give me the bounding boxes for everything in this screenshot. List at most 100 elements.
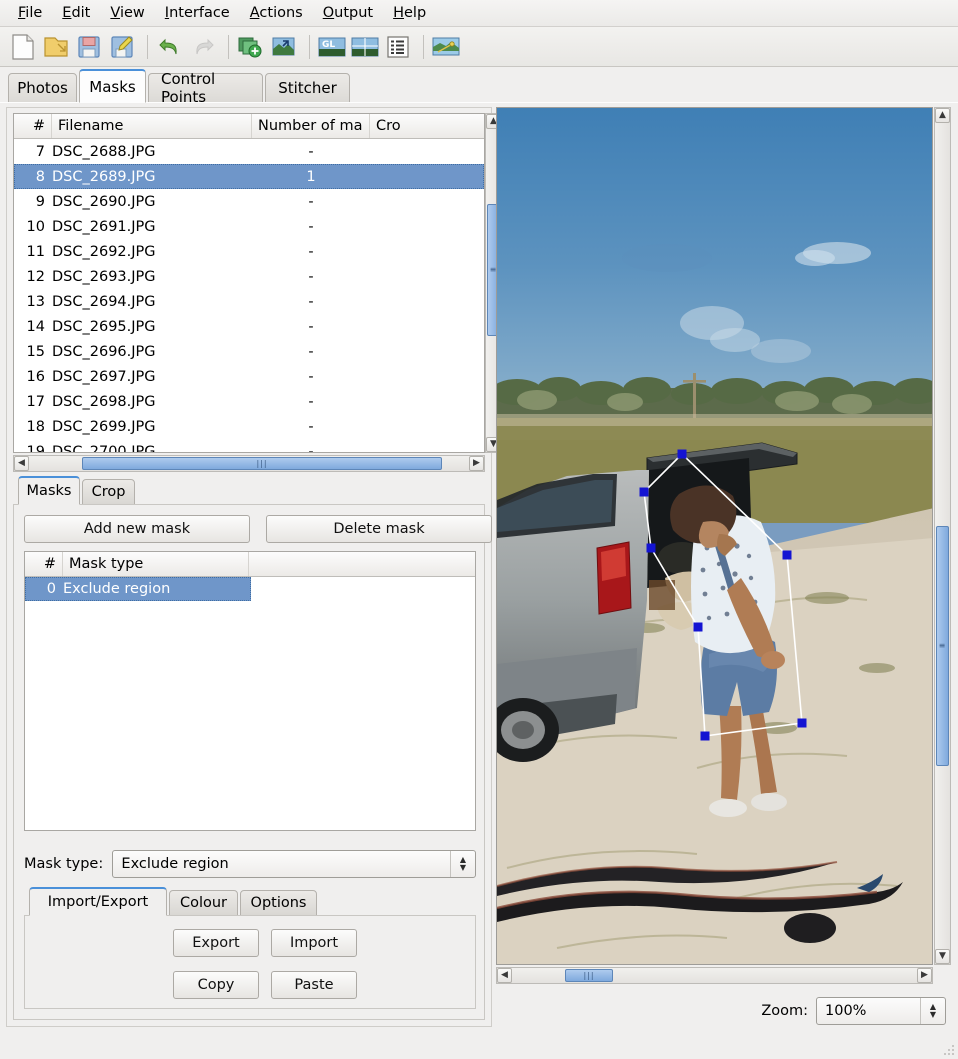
table-row[interactable]: 10 DSC_2691.JPG - xyxy=(14,214,484,239)
mask-control-point[interactable] xyxy=(677,449,687,459)
scroll-right-icon[interactable]: ▶ xyxy=(917,968,932,983)
column-header-filename[interactable]: Filename xyxy=(52,114,252,138)
menu-edit[interactable]: Edit xyxy=(52,2,100,24)
toolbar: GL xyxy=(0,27,958,67)
menu-output[interactable]: Output xyxy=(313,2,383,24)
mask-control-point[interactable] xyxy=(700,731,710,741)
paste-button[interactable]: Paste xyxy=(271,971,357,999)
table-row[interactable]: 19 DSC_2700.JPG - xyxy=(14,439,484,453)
menu-interface[interactable]: Interface xyxy=(155,2,240,24)
table-row[interactable]: 11 DSC_2692.JPG - xyxy=(14,239,484,264)
mask-list[interactable]: # Mask type 0 Exclude region xyxy=(24,551,476,831)
mask-row-number: 0 xyxy=(46,581,56,597)
gl-preview-icon[interactable]: GL xyxy=(317,32,347,62)
new-project-icon[interactable] xyxy=(8,32,38,62)
zoom-select[interactable]: 100% ▲ ▼ xyxy=(816,997,946,1025)
show-control-points-icon[interactable] xyxy=(383,32,413,62)
add-images-icon[interactable] xyxy=(236,32,266,62)
copy-button[interactable]: Copy xyxy=(173,971,259,999)
table-row[interactable]: 8 DSC_2689.JPG 1 xyxy=(14,164,484,189)
row-number: 19 xyxy=(26,443,45,453)
subtab-options[interactable]: Options xyxy=(240,890,317,916)
image-file-list[interactable]: # Filename Number of ma Cro 7 DSC_2688.JP… xyxy=(13,113,485,453)
save-project-icon[interactable] xyxy=(74,32,104,62)
tab-masks[interactable]: Masks xyxy=(79,69,146,103)
menu-actions[interactable]: Actions xyxy=(240,2,313,24)
table-row[interactable]: 14 DSC_2695.JPG - xyxy=(14,314,484,339)
subtab-colour[interactable]: Colour xyxy=(169,890,238,916)
save-as-project-icon[interactable] xyxy=(107,32,137,62)
subtab-import-export[interactable]: Import/Export xyxy=(29,887,167,916)
preview-panorama-icon[interactable] xyxy=(350,32,380,62)
image-horizontal-scrollbar[interactable]: ◀ ||| ▶ xyxy=(496,967,933,984)
toolbar-separator xyxy=(309,34,310,59)
table-row[interactable]: 7 DSC_2688.JPG - xyxy=(14,139,484,164)
table-row[interactable]: 18 DSC_2699.JPG - xyxy=(14,414,484,439)
menu-view[interactable]: View xyxy=(100,2,154,24)
mask-control-point[interactable] xyxy=(782,550,792,560)
mask-control-point[interactable] xyxy=(639,487,649,497)
column-header-number-of-masks[interactable]: Number of ma xyxy=(252,114,370,138)
mask-polygon-overlay[interactable] xyxy=(497,108,933,965)
mask-polygon-outline[interactable] xyxy=(643,452,803,737)
image-hscroll-thumb[interactable]: ||| xyxy=(565,969,613,982)
mask-column-header-type[interactable]: Mask type xyxy=(63,552,249,576)
tab-photos[interactable]: Photos xyxy=(8,73,77,103)
image-vertical-scrollbar[interactable]: ▲ ≡ ▼ xyxy=(934,107,951,965)
mask-control-point[interactable] xyxy=(693,622,703,632)
subtab-colour-label: Colour xyxy=(179,895,228,911)
tab-stitcher[interactable]: Stitcher xyxy=(265,73,350,103)
subtab-crop[interactable]: Crop xyxy=(82,479,135,505)
scroll-right-icon[interactable]: ▶ xyxy=(469,456,484,471)
mask-type-select[interactable]: Exclude region ▲ ▼ xyxy=(112,850,476,878)
file-list-hscroll-thumb[interactable]: ||| xyxy=(82,457,442,470)
scroll-down-icon[interactable]: ▼ xyxy=(935,949,950,964)
table-row[interactable]: 16 DSC_2697.JPG - xyxy=(14,364,484,389)
resize-grip-icon[interactable] xyxy=(942,1043,956,1057)
table-row[interactable]: 17 DSC_2698.JPG - xyxy=(14,389,484,414)
table-row[interactable]: 9 DSC_2690.JPG - xyxy=(14,189,484,214)
table-row[interactable]: 15 DSC_2696.JPG - xyxy=(14,339,484,364)
row-filename: DSC_2700.JPG xyxy=(52,443,156,453)
mask-list-row[interactable]: 0 Exclude region xyxy=(25,577,251,601)
image-preview-viewport[interactable] xyxy=(496,107,933,965)
menu-file[interactable]: File xyxy=(8,2,52,24)
subtab-masks[interactable]: Masks xyxy=(18,476,80,505)
stitcher-icon[interactable] xyxy=(431,32,461,62)
row-number-of-masks: - xyxy=(308,318,314,335)
row-number: 10 xyxy=(26,218,45,235)
spinner-arrows-icon[interactable]: ▲ ▼ xyxy=(920,998,945,1024)
scroll-left-icon[interactable]: ◀ xyxy=(497,968,512,983)
column-header-number[interactable]: # xyxy=(14,114,52,138)
mask-list-header: # Mask type xyxy=(25,552,475,577)
delete-mask-button[interactable]: Delete mask xyxy=(266,515,492,543)
mask-column-header-extra[interactable] xyxy=(249,552,475,576)
paste-label: Paste xyxy=(294,977,334,993)
row-number: 18 xyxy=(26,418,45,435)
scroll-up-icon[interactable]: ▲ xyxy=(935,108,950,123)
tab-control-points[interactable]: Control Points xyxy=(148,70,263,106)
add-new-mask-button[interactable]: Add new mask xyxy=(24,515,250,543)
file-list-horizontal-scrollbar[interactable]: ◀ ||| ▶ xyxy=(13,455,485,472)
redo-icon[interactable] xyxy=(188,32,218,62)
open-project-icon[interactable] xyxy=(41,32,71,62)
column-header-crop[interactable]: Cro xyxy=(370,114,482,138)
table-row[interactable]: 12 DSC_2693.JPG - xyxy=(14,264,484,289)
mask-control-point[interactable] xyxy=(646,543,656,553)
import-button[interactable]: Import xyxy=(271,929,357,957)
menu-help[interactable]: Help xyxy=(383,2,436,24)
table-row[interactable]: 13 DSC_2694.JPG - xyxy=(14,289,484,314)
mask-control-point[interactable] xyxy=(797,718,807,728)
scroll-left-icon[interactable]: ◀ xyxy=(14,456,29,471)
mask-column-header-number[interactable]: # xyxy=(25,552,63,576)
file-list-body: 7 DSC_2688.JPG -8 DSC_2689.JPG 1 9 DSC_2690.JP… xyxy=(14,139,484,452)
row-number: 17 xyxy=(26,393,45,410)
image-vscroll-thumb[interactable]: ≡ xyxy=(936,526,949,766)
row-number: 11 xyxy=(26,243,45,260)
spinner-arrows-icon[interactable]: ▲ ▼ xyxy=(450,851,475,877)
export-label: Export xyxy=(192,935,240,951)
mask-type-label: Mask type: xyxy=(24,856,104,872)
export-button[interactable]: Export xyxy=(173,929,259,957)
undo-icon[interactable] xyxy=(155,32,185,62)
image-pair-icon[interactable] xyxy=(269,32,299,62)
